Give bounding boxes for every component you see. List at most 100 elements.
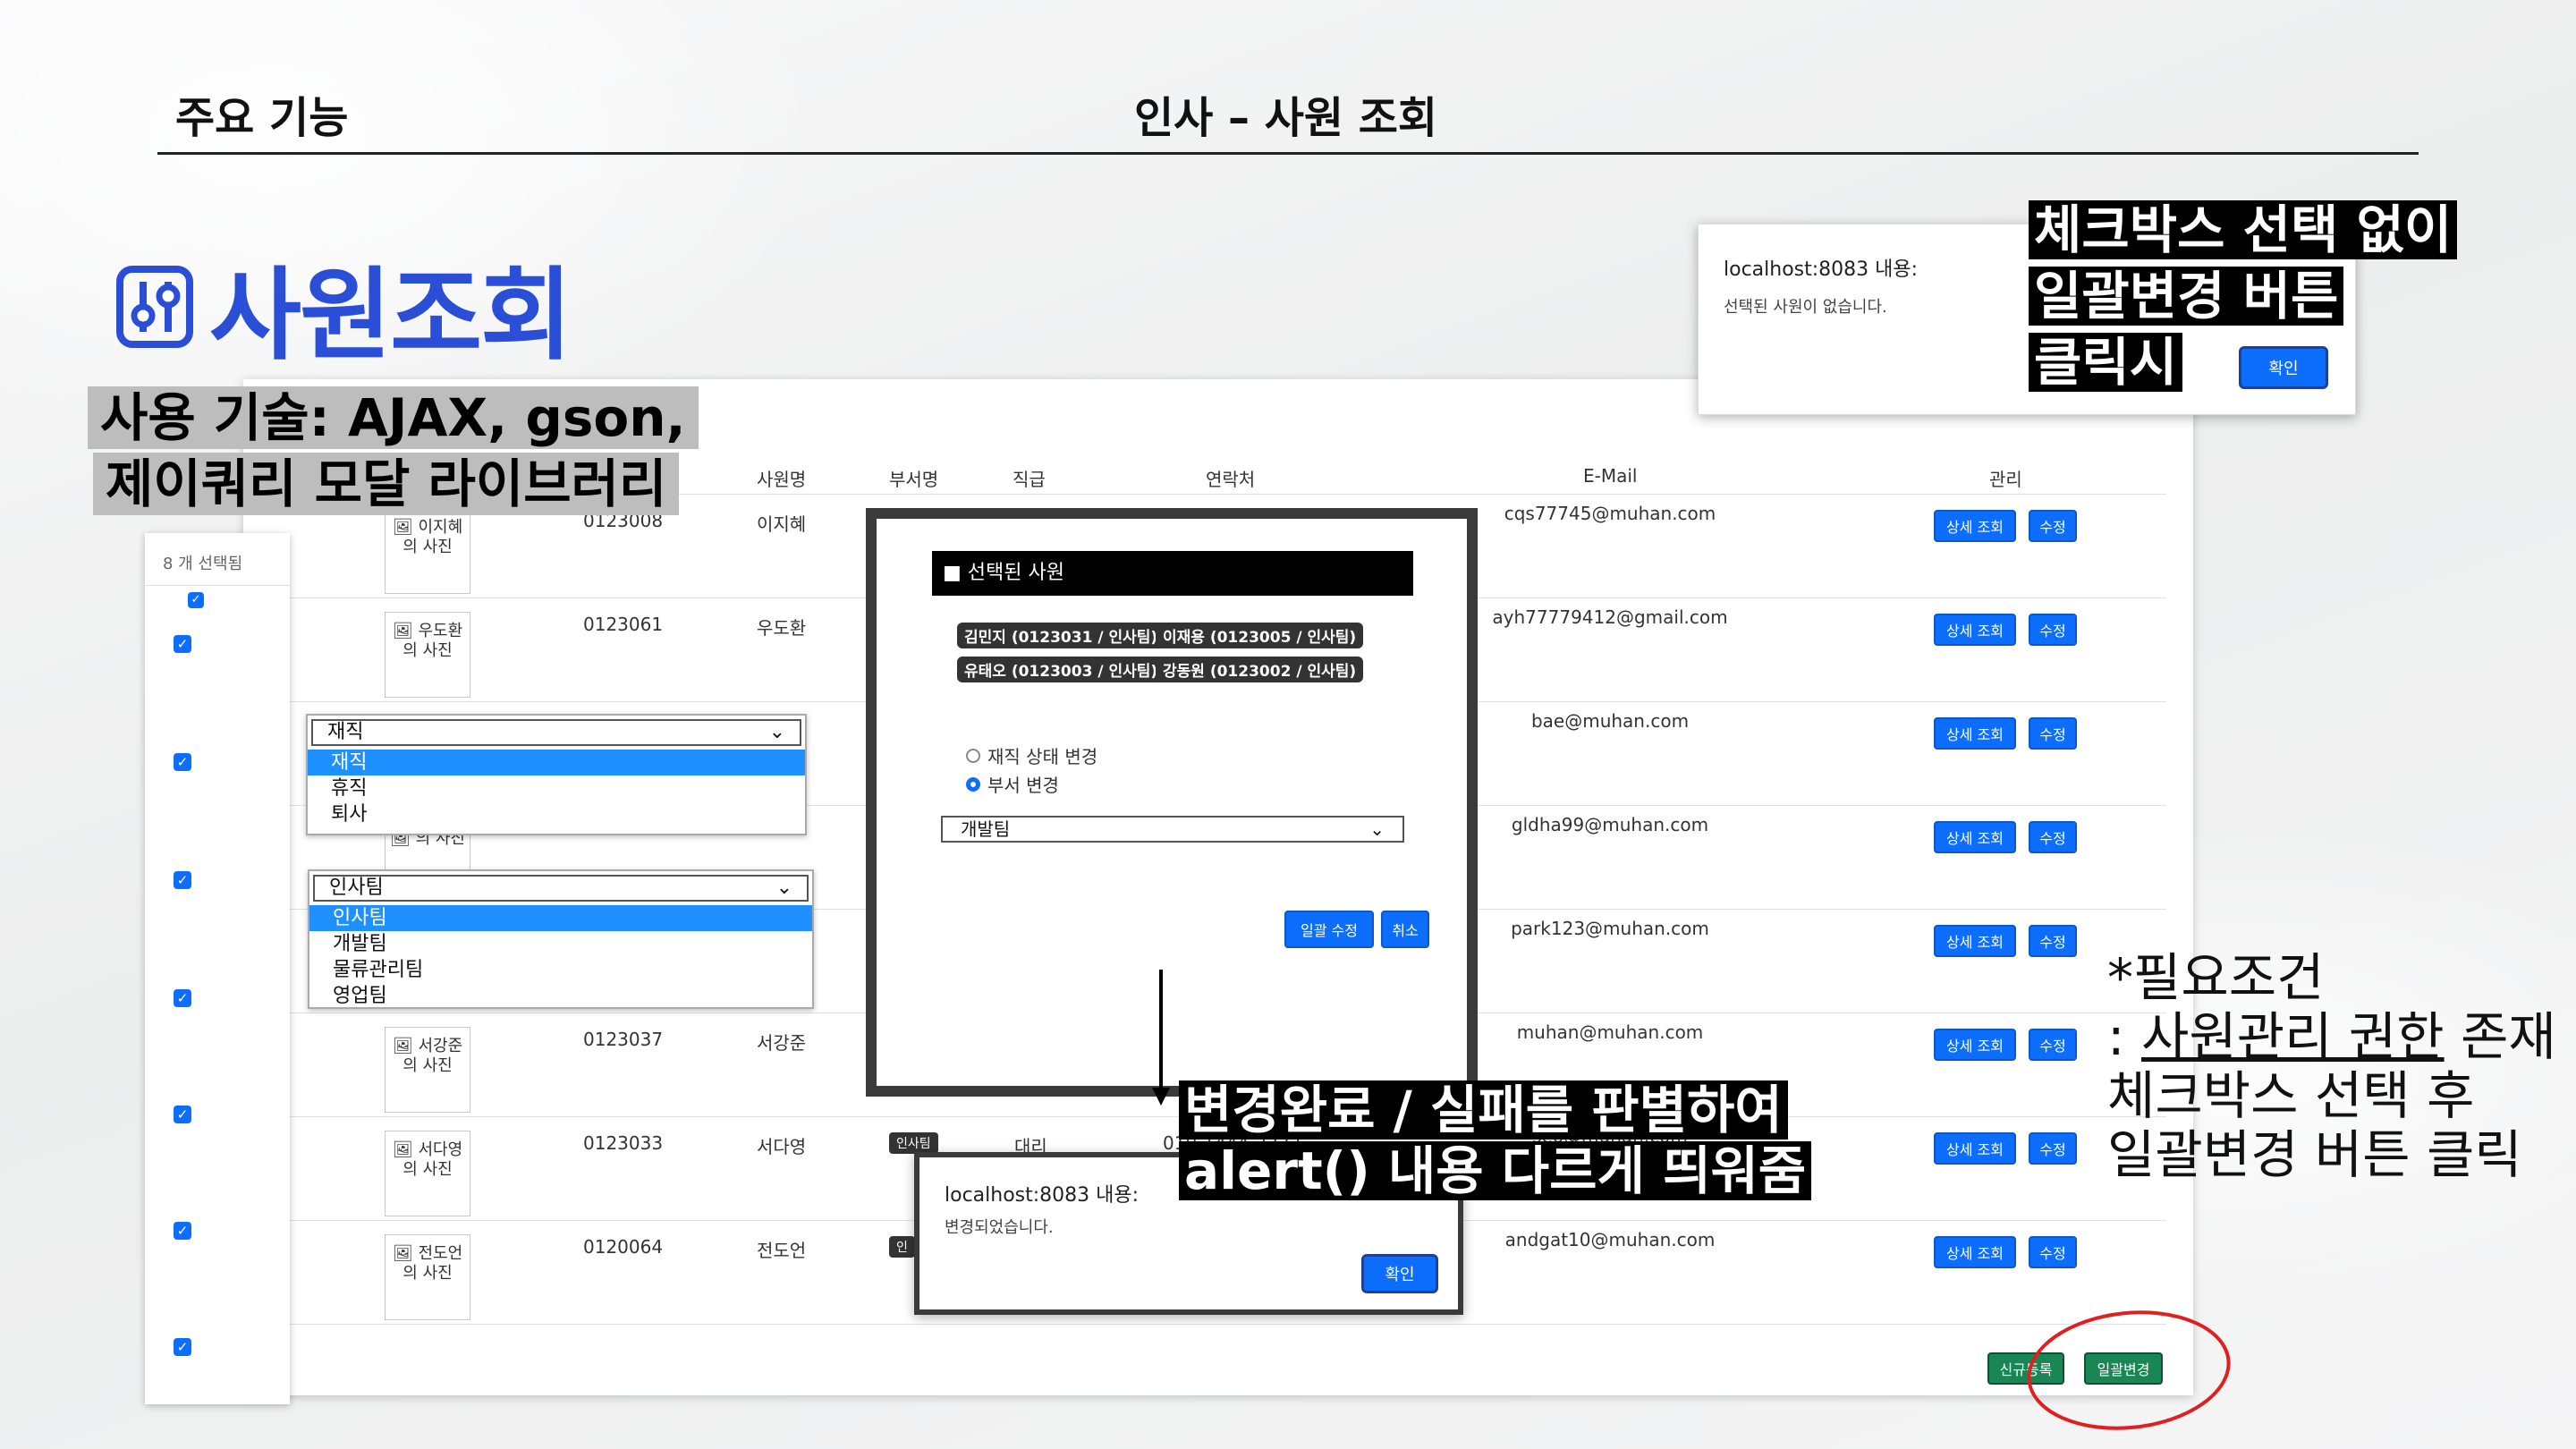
note-line: 체크박스 선택 후 <box>2107 1065 2475 1126</box>
employee-photo: 🖼 우도환 의 사진 <box>385 612 470 698</box>
row-checkbox[interactable]: ✓ <box>174 1106 191 1123</box>
radio-status-change[interactable]: 재직 상태 변경 <box>966 742 1097 768</box>
tech-stack-line1: 사용 기술: AJAX, gson, <box>88 386 699 449</box>
broken-image-icon: 🖼 <box>392 1037 413 1055</box>
radio-button[interactable] <box>966 748 980 763</box>
selected-employee-tag: 이재용 (0123005 / 인사팀) <box>1156 623 1364 648</box>
detail-view-button[interactable]: 상세 조회 <box>1934 821 2016 853</box>
chevron-down-icon: ⌄ <box>1369 818 1385 840</box>
dept-option[interactable]: 영업팀 <box>309 983 812 1009</box>
modal-cancel-button[interactable]: 취소 <box>1381 911 1429 948</box>
col-email: E-Mail <box>1583 465 1638 487</box>
detail-view-button[interactable]: 상세 조회 <box>1934 1029 2016 1061</box>
section-label: 주요 기능 <box>175 93 349 143</box>
employee-photo: 🖼 서강준 의 사진 <box>385 1027 470 1113</box>
row-checkbox[interactable]: ✓ <box>174 871 191 889</box>
detail-view-button[interactable]: 상세 조회 <box>1934 510 2016 542</box>
selected-employee-tag: 유태오 (0123003 / 인사팀) <box>957 657 1165 682</box>
highlight-circle <box>2027 1310 2231 1430</box>
detail-view-button[interactable]: 상세 조회 <box>1934 717 2016 750</box>
page-title: 사원조회 <box>116 234 572 379</box>
edit-button[interactable]: 수정 <box>2029 925 2077 957</box>
employee-name: 전도언 <box>757 1240 807 1261</box>
row-checkbox[interactable]: ✓ <box>174 989 191 1007</box>
row-checkbox[interactable]: ✓ <box>174 1338 191 1356</box>
edit-button[interactable]: 수정 <box>2029 821 2077 853</box>
detail-view-button[interactable]: 상세 조회 <box>1934 614 2016 646</box>
edit-button[interactable]: 수정 <box>2029 717 2077 750</box>
alert-message: 변경되었습니다. <box>945 1218 1054 1237</box>
dept-badge: 인 <box>889 1236 915 1258</box>
status-select[interactable]: 재직 ⌄ <box>311 719 801 746</box>
down-arrow-icon <box>1152 970 1170 1106</box>
note-line: : 사원관리 권한 존재 <box>2107 1007 2556 1066</box>
detail-view-button[interactable]: 상세 조회 <box>1934 1132 2016 1165</box>
caption-top-line1: 체크박스 선택 없이 <box>2029 200 2458 259</box>
row-checkbox[interactable]: ✓ <box>174 1222 191 1240</box>
row-checkbox[interactable]: ✓ <box>174 753 191 771</box>
dept-option[interactable]: 개발팀 <box>309 931 812 957</box>
bulk-submit-button[interactable]: 일괄 수정 <box>1284 911 1374 948</box>
selected-count: 8 개 선택됨 <box>163 555 243 573</box>
slide-title: 인사 – 사원 조회 <box>1134 93 1438 143</box>
broken-image-icon: 🖼 <box>392 1244 413 1263</box>
alert-ok-button[interactable]: 확인 <box>2239 346 2328 389</box>
edit-button[interactable]: 수정 <box>2029 1029 2077 1061</box>
note-text: 존재 <box>2444 1006 2556 1067</box>
dept-option[interactable]: 물류관리팀 <box>309 957 812 983</box>
radio-button[interactable] <box>966 776 980 792</box>
note-text: : <box>2107 1006 2141 1067</box>
employee-name: 우도환 <box>757 617 807 639</box>
employee-name: 서다영 <box>757 1136 807 1157</box>
col-dept: 부서명 <box>889 469 939 490</box>
status-option[interactable]: 휴직 <box>308 775 805 801</box>
selected-employee-tag: 김민지 (0123031 / 인사팀) <box>957 623 1165 648</box>
alert-origin: localhost:8083 내용: <box>945 1184 1140 1207</box>
selected-employee-tag: 강동원 (0123002 / 인사팀) <box>1156 657 1364 682</box>
modal-dept-select[interactable]: 개발팀 ⌄ <box>941 816 1404 843</box>
row-checkbox[interactable]: ✓ <box>174 635 191 653</box>
col-rank: 직급 <box>1013 469 1046 490</box>
radio-dept-change[interactable]: 부서 변경 <box>966 771 1059 797</box>
dept-select[interactable]: 인사팀 ⌄ <box>313 875 809 902</box>
row-divider <box>243 1324 2166 1325</box>
broken-image-icon: 🖼 <box>392 518 413 537</box>
tech-stack-line2: 제이쿼리 모달 라이브러리 <box>93 453 680 515</box>
alert-ok-button[interactable]: 확인 <box>1361 1254 1438 1293</box>
modal-dept-value: 개발팀 <box>961 818 1011 840</box>
settings-sliders-icon <box>116 266 193 348</box>
employee-photo: 🖼 서다영 의 사진 <box>385 1131 470 1216</box>
detail-view-button[interactable]: 상세 조회 <box>1934 1236 2016 1268</box>
status-option[interactable]: 재직 <box>308 750 805 775</box>
requirements-note: *필요조건 : 사원관리 권한 존재 체크박스 선택 후 일괄변경 버튼 클릭 <box>2107 948 2556 1184</box>
radio-label: 부서 변경 <box>987 775 1059 796</box>
edit-button[interactable]: 수정 <box>2029 1236 2077 1268</box>
caption-top-line3: 클릭시 <box>2029 333 2183 392</box>
dept-dropdown[interactable]: 인사팀 ⌄ 인사팀 개발팀 물류관리팀 영업팀 <box>308 869 814 1009</box>
caption-bottom-line1: 변경완료 / 실패를 판별하여 <box>1179 1080 1788 1140</box>
status-option[interactable]: 퇴사 <box>308 801 805 827</box>
detail-view-button[interactable]: 상세 조회 <box>1934 925 2016 957</box>
caption-top-line2: 일괄변경 버튼 <box>2029 267 2344 326</box>
col-name: 사원명 <box>757 469 807 490</box>
status-dropdown[interactable]: 재직 ⌄ 재직 휴직 퇴사 <box>306 714 807 835</box>
note-underlined: 사원관리 권한 <box>2140 1006 2445 1067</box>
alert-message: 선택된 사원이 없습니다. <box>1724 298 1887 317</box>
chevron-down-icon: ⌄ <box>775 877 792 899</box>
caption-bottom-line2: alert() 내용 다르게 띄워줌 <box>1179 1141 1812 1200</box>
employee-id: 0123033 <box>583 1132 664 1154</box>
col-manage: 관리 <box>1989 469 2022 490</box>
edit-button[interactable]: 수정 <box>2029 510 2077 542</box>
dept-option[interactable]: 인사팀 <box>309 905 812 931</box>
employee-photo: 🖼 이지혜 의 사진 <box>385 508 470 594</box>
note-line: 일괄변경 버튼 클릭 <box>2107 1124 2522 1185</box>
edit-button[interactable]: 수정 <box>2029 1132 2077 1165</box>
radio-label: 재직 상태 변경 <box>987 746 1098 767</box>
divider <box>145 585 290 586</box>
header-divider <box>157 152 2419 155</box>
dept-badge: 인사팀 <box>889 1132 938 1154</box>
select-all-checkbox[interactable]: ✓ <box>188 592 204 608</box>
edit-button[interactable]: 수정 <box>2029 614 2077 646</box>
employee-name: 서강준 <box>757 1032 807 1054</box>
modal-header: ■ 선택된 사원 <box>932 551 1413 596</box>
